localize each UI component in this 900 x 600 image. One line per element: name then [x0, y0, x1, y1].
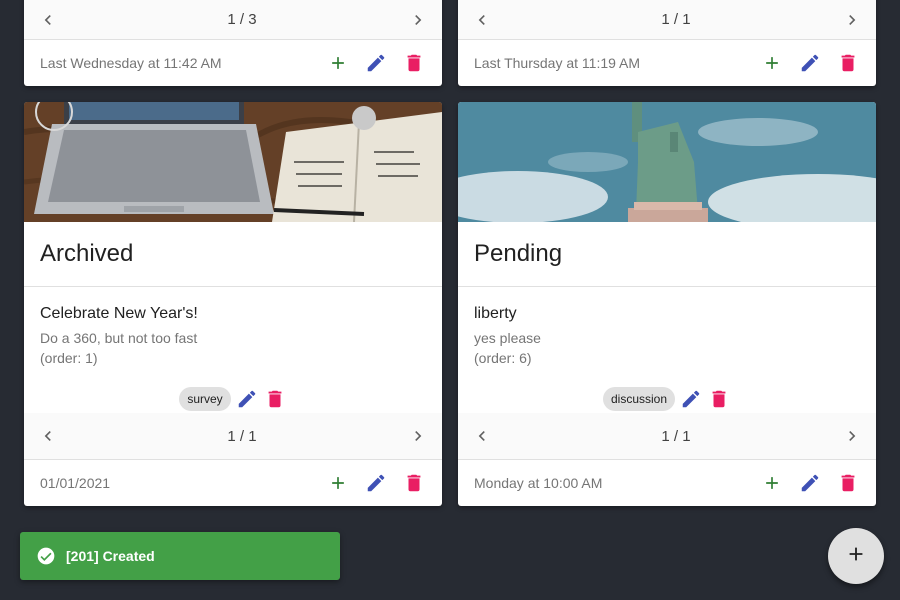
- pager-count: 1 / 1: [661, 11, 691, 28]
- list-item: Celebrate New Year's! Do a 360, but not …: [24, 287, 442, 413]
- item-description: yes please: [474, 330, 541, 346]
- card-archived: Archived Celebrate New Year's! Do a 360,…: [24, 102, 442, 506]
- edit-icon[interactable]: [364, 51, 388, 75]
- card-footer: Last Thursday at 11:19 AM: [458, 40, 876, 86]
- edit-icon[interactable]: [679, 387, 703, 411]
- card-footer: Last Wednesday at 11:42 AM: [24, 40, 442, 86]
- item-order: (order: 6): [474, 350, 532, 366]
- delete-icon[interactable]: [402, 51, 426, 75]
- item-name: liberty: [474, 305, 517, 322]
- card-top-left: 1 / 3 Last Wednesday at 11:42 AM: [24, 0, 442, 86]
- chevron-right-icon[interactable]: [842, 426, 862, 446]
- pager-count: 1 / 3: [227, 11, 257, 28]
- card-footer: 01/01/2021: [24, 460, 442, 506]
- delete-icon[interactable]: [836, 51, 860, 75]
- card-footer: Monday at 10:00 AM: [458, 460, 876, 506]
- card-pager: 1 / 1: [24, 413, 442, 460]
- delete-icon[interactable]: [402, 471, 426, 495]
- chevron-left-icon[interactable]: [472, 426, 492, 446]
- card-pending: Pending liberty yes please (order: 6) di…: [458, 102, 876, 506]
- timestamp: Monday at 10:00 AM: [474, 475, 603, 491]
- check-circle-icon: [36, 546, 56, 566]
- card-top-right: 1 / 1 Last Thursday at 11:19 AM: [458, 0, 876, 86]
- card-pager: 1 / 1: [458, 413, 876, 460]
- add-icon[interactable]: [760, 51, 784, 75]
- item-order: (order: 1): [40, 350, 98, 366]
- tag-chip[interactable]: discussion: [602, 387, 676, 411]
- add-fab-button[interactable]: [828, 528, 884, 584]
- timestamp: Last Thursday at 11:19 AM: [474, 55, 641, 71]
- chevron-right-icon[interactable]: [408, 10, 428, 30]
- item-name: Celebrate New Year's!: [40, 305, 198, 322]
- timestamp: Last Wednesday at 11:42 AM: [40, 55, 222, 71]
- tag-chip[interactable]: survey: [179, 387, 231, 411]
- edit-icon[interactable]: [235, 387, 259, 411]
- card-pager: 1 / 1: [458, 0, 876, 40]
- chevron-right-icon[interactable]: [842, 10, 862, 30]
- card-image-laptop: [24, 102, 442, 222]
- chevron-left-icon[interactable]: [38, 10, 58, 30]
- timestamp: 01/01/2021: [40, 475, 111, 491]
- add-icon[interactable]: [326, 471, 350, 495]
- edit-icon[interactable]: [798, 471, 822, 495]
- snackbar-message: [201] Created: [66, 548, 155, 564]
- card-title: Pending: [458, 222, 876, 287]
- add-icon[interactable]: [760, 471, 784, 495]
- chevron-right-icon[interactable]: [408, 426, 428, 446]
- edit-icon[interactable]: [798, 51, 822, 75]
- card-pager: 1 / 3: [24, 0, 442, 40]
- item-description: Do a 360, but not too fast: [40, 330, 198, 346]
- delete-icon[interactable]: [263, 387, 287, 411]
- list-item: liberty yes please (order: 6) discussion: [458, 287, 876, 413]
- delete-icon[interactable]: [836, 471, 860, 495]
- edit-icon[interactable]: [364, 471, 388, 495]
- card-image-statue: [458, 102, 876, 222]
- add-icon[interactable]: [326, 51, 350, 75]
- card-title: Archived: [24, 222, 442, 287]
- chevron-left-icon[interactable]: [472, 10, 492, 30]
- pager-count: 1 / 1: [227, 427, 257, 445]
- pager-count: 1 / 1: [661, 427, 691, 445]
- plus-icon: [845, 543, 867, 570]
- snackbar: [201] Created: [20, 532, 340, 580]
- delete-icon[interactable]: [707, 387, 731, 411]
- chevron-left-icon[interactable]: [38, 426, 58, 446]
